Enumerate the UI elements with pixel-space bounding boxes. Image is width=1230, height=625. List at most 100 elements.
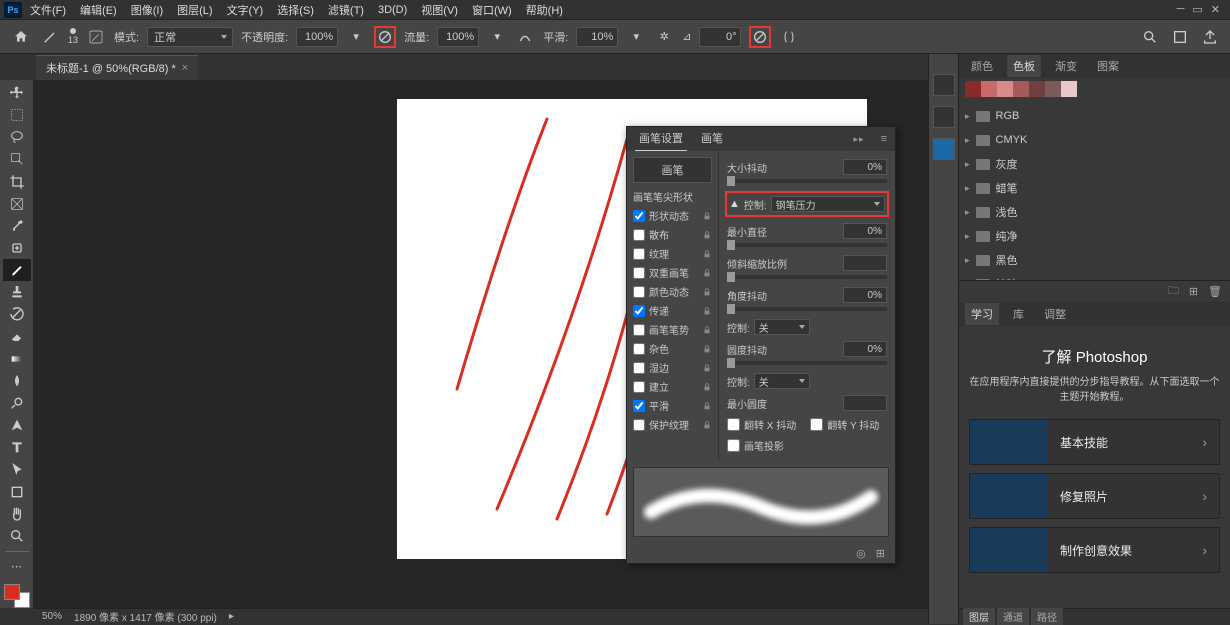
home-icon[interactable] — [10, 26, 32, 48]
menu-layer[interactable]: 图层(L) — [171, 2, 218, 18]
color-swatch[interactable] — [4, 584, 30, 608]
panel-menu-icon[interactable]: ≡ — [875, 133, 887, 145]
angle-field[interactable]: 0° — [699, 27, 741, 47]
selection-tool[interactable] — [3, 148, 31, 170]
eyedropper-tool[interactable] — [3, 215, 31, 237]
trash-icon[interactable]: 🗑 — [1208, 285, 1222, 298]
brush-panel-toggle-icon[interactable] — [86, 27, 106, 47]
opacity-pressure-toggle[interactable] — [374, 26, 396, 48]
lock-icon[interactable] — [702, 363, 712, 373]
tab-channels[interactable]: 通道 — [997, 608, 1029, 625]
flip-x-checkbox[interactable]: 翻转 X 抖动 — [727, 417, 796, 432]
lock-icon[interactable] — [702, 287, 712, 297]
swatch-1[interactable] — [981, 81, 997, 97]
toggle-preview-icon[interactable]: ◎ — [856, 547, 866, 560]
hand-tool[interactable] — [3, 503, 31, 525]
crop-tool[interactable] — [3, 171, 31, 193]
lock-icon[interactable] — [702, 230, 712, 240]
roundness-jitter-value[interactable]: 0% — [843, 341, 887, 357]
tab-paths[interactable]: 路径 — [1031, 608, 1063, 625]
lock-icon[interactable] — [702, 382, 712, 392]
gradient-tool[interactable] — [3, 348, 31, 370]
mini-panel-1[interactable] — [933, 74, 955, 96]
frame-tool[interactable] — [3, 193, 31, 215]
swatch-folder[interactable]: ▸CMYK — [965, 128, 1224, 152]
swatch-3[interactable] — [1013, 81, 1029, 97]
menu-view[interactable]: 视图(V) — [415, 2, 464, 18]
brush-option-1[interactable]: 散布 — [633, 225, 712, 244]
menu-window[interactable]: 窗口(W) — [466, 2, 518, 18]
flip-y-checkbox[interactable]: 翻转 Y 抖动 — [810, 417, 879, 432]
smooth-field[interactable]: 10% — [576, 27, 618, 47]
brush-option-10[interactable]: 平滑 — [633, 396, 712, 415]
tab-swatches[interactable]: 色板 — [1007, 55, 1041, 77]
brush-option-11[interactable]: 保护纹理 — [633, 415, 712, 434]
tab-patterns[interactable]: 图案 — [1091, 55, 1125, 77]
blend-mode-dropdown[interactable]: 正常 — [147, 27, 233, 47]
move-tool[interactable] — [3, 82, 31, 104]
maximize-icon[interactable]: ▭ — [1192, 3, 1202, 16]
blur-tool[interactable] — [3, 370, 31, 392]
tab-learn[interactable]: 学习 — [965, 303, 999, 325]
status-arrow-icon[interactable]: ▸ — [229, 611, 234, 622]
min-diameter-value[interactable]: 0% — [843, 223, 887, 239]
folder-icon[interactable]: 🗀 — [1168, 282, 1179, 301]
tab-color[interactable]: 颜色 — [965, 55, 999, 77]
swatch-folder[interactable]: ▸蜡笔 — [965, 176, 1224, 200]
brush-projection-checkbox[interactable]: 画笔投影 — [727, 438, 784, 453]
swatch-folder[interactable]: ▸RGB — [965, 104, 1224, 128]
brush-option-9[interactable]: 建立 — [633, 377, 712, 396]
round-control-dropdown[interactable]: 关 — [754, 373, 810, 389]
size-control-dropdown[interactable]: 钢笔压力 — [771, 196, 885, 212]
angle-jitter-slider[interactable] — [727, 307, 887, 311]
lock-icon[interactable] — [702, 344, 712, 354]
swatch-folder[interactable]: ▸黑色 — [965, 248, 1224, 272]
tab-brushes[interactable]: 画笔 — [697, 126, 727, 152]
lock-icon[interactable] — [702, 249, 712, 259]
tab-brush-settings[interactable]: 画笔设置 — [635, 126, 687, 152]
menu-3d[interactable]: 3D(D) — [372, 4, 413, 16]
shape-tool[interactable] — [3, 481, 31, 503]
mini-panel-3[interactable] — [933, 138, 955, 160]
workspace-icon[interactable] — [1170, 27, 1190, 47]
stamp-tool[interactable] — [3, 281, 31, 303]
menu-type[interactable]: 文字(Y) — [221, 2, 270, 18]
lock-icon[interactable] — [702, 306, 712, 316]
document-tab[interactable]: 未标题-1 @ 50%(RGB/8) * × — [36, 55, 198, 80]
close-icon[interactable]: ✕ — [1211, 3, 1220, 16]
zoom-tool[interactable] — [3, 525, 31, 547]
brush-option-6[interactable]: 画笔笔势 — [633, 320, 712, 339]
swatch-folder[interactable]: ▸浅色 — [965, 200, 1224, 224]
type-tool[interactable] — [3, 436, 31, 458]
new-swatch-icon[interactable]: ⊞ — [1189, 285, 1198, 298]
brush-option-8[interactable]: 湿边 — [633, 358, 712, 377]
swatch-folder[interactable]: ▸较暗 — [965, 272, 1224, 280]
doc-info[interactable]: 1890 像素 x 1417 像素 (300 ppi) — [74, 609, 217, 624]
min-diameter-slider[interactable] — [727, 243, 887, 247]
swatch-folder[interactable]: ▸灰度 — [965, 152, 1224, 176]
angle-jitter-value[interactable]: 0% — [843, 287, 887, 303]
brush-tip-button[interactable]: 画笔 — [633, 157, 712, 183]
lasso-tool[interactable] — [3, 126, 31, 148]
panel-collapse-icon[interactable]: ▸▸ — [854, 134, 865, 145]
menu-select[interactable]: 选择(S) — [271, 2, 320, 18]
share-icon[interactable] — [1200, 27, 1220, 47]
angle-control-dropdown[interactable]: 关 — [754, 319, 810, 335]
minimize-icon[interactable]: ─ — [1177, 3, 1185, 16]
pen-tool[interactable] — [3, 414, 31, 436]
flow-arrow-icon[interactable]: ▾ — [487, 27, 507, 47]
smooth-options-icon[interactable]: ✲ — [654, 27, 674, 47]
swatch-6[interactable] — [1061, 81, 1077, 97]
brush-option-0[interactable]: 形状动态 — [633, 206, 712, 225]
tab-adjustments[interactable]: 调整 — [1038, 303, 1072, 325]
brush-tool[interactable] — [3, 259, 31, 281]
lock-icon[interactable] — [702, 268, 712, 278]
roundness-jitter-slider[interactable] — [727, 361, 887, 365]
tab-libraries[interactable]: 库 — [1007, 303, 1030, 325]
menu-image[interactable]: 图像(I) — [125, 2, 169, 18]
learn-item[interactable]: 制作创意效果› — [969, 527, 1220, 573]
lock-icon[interactable] — [702, 420, 712, 430]
edit-toolbar-icon[interactable]: ⋯ — [3, 556, 31, 578]
new-brush-icon[interactable]: ⊞ — [876, 547, 885, 560]
symmetry-icon[interactable] — [779, 27, 799, 47]
